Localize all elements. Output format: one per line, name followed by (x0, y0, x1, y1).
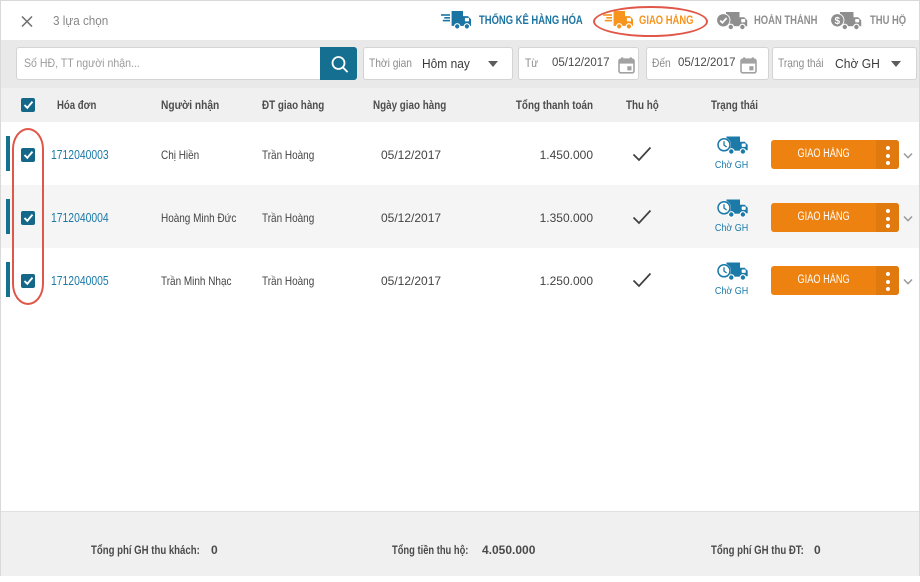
svg-text:$: $ (835, 16, 841, 27)
